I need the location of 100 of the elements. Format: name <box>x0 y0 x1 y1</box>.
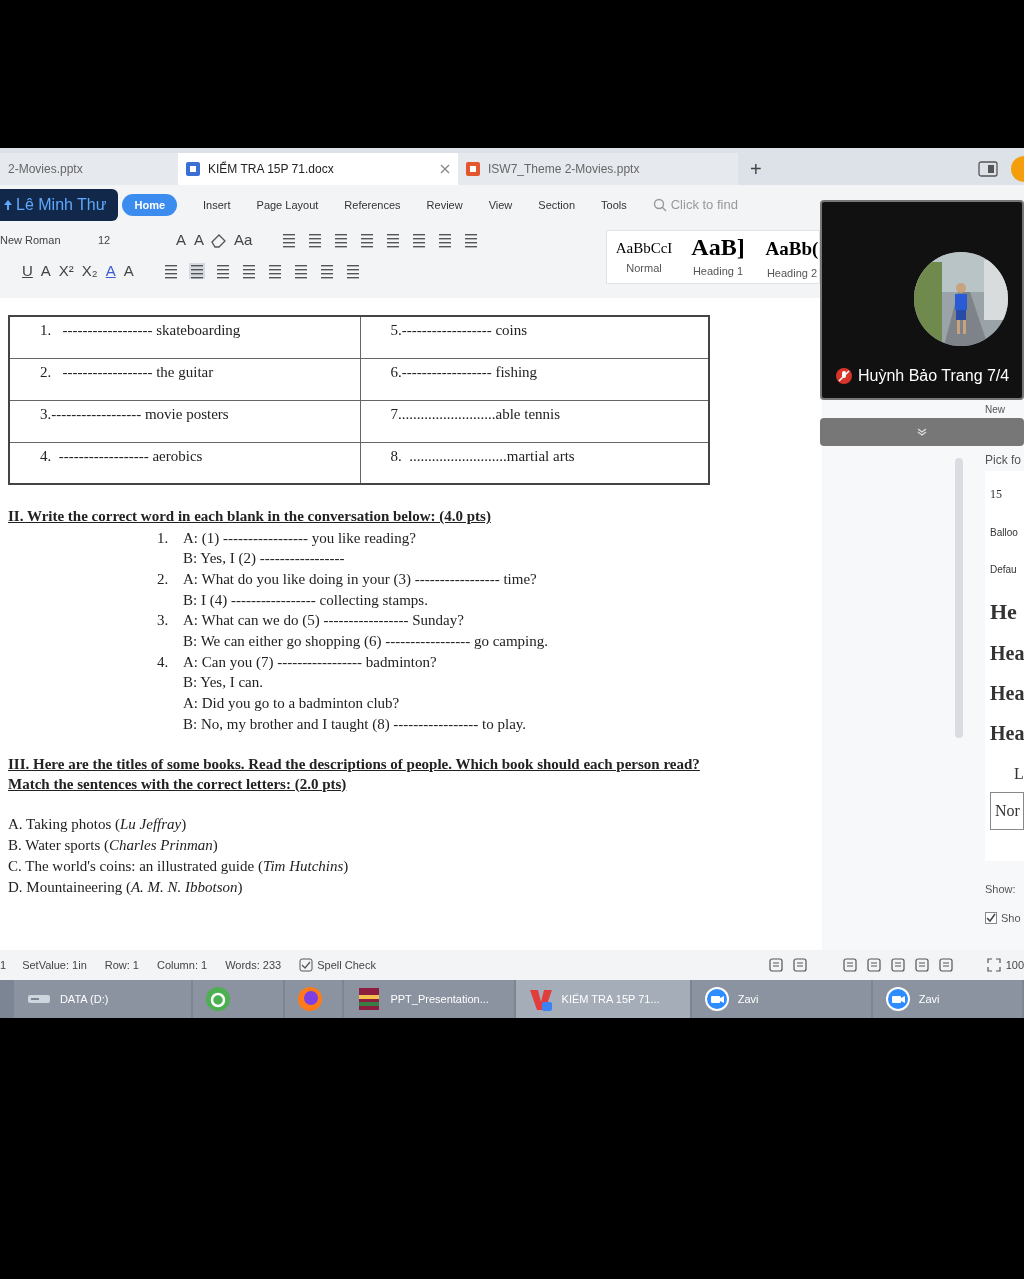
check-box-icon <box>299 958 314 972</box>
style-sample: AaBb( <box>765 237 819 261</box>
pane-label: Pick fo <box>985 452 1022 469</box>
dialogue-line: B: I (4) ----------------- collecting stamps. <box>183 590 428 610</box>
style-label: Heading 2 <box>766 266 818 281</box>
fit-icon[interactable] <box>985 957 1002 973</box>
taskbar-button[interactable] <box>193 980 283 1018</box>
format-button[interactable]: X₂ <box>77 259 102 283</box>
video-camera-icon <box>884 986 911 1012</box>
menu-tab[interactable]: References <box>344 196 401 214</box>
dialogue-line: A: Can you (7) ----------------- badminton? <box>183 652 437 672</box>
dialogue-line: B: We can either go shopping (6) ----------------- go camping. <box>183 632 549 651</box>
style-item[interactable]: He <box>990 595 1024 628</box>
video-camera-icon <box>703 986 730 1012</box>
close-icon[interactable] <box>440 164 450 174</box>
checkbox-label: Sho <box>1001 910 1021 926</box>
table-cell: 1. ------------------ skateboarding <box>9 316 360 358</box>
dialogue-line: A: Did you go to a badminton club? <box>183 694 400 714</box>
pane-label: New <box>985 403 1006 417</box>
style-item[interactable]: L <box>990 762 1024 786</box>
status-item: Column: 1 <box>157 957 208 973</box>
menu-tab[interactable]: Page Layout <box>256 196 319 214</box>
chevron-icon <box>917 428 927 436</box>
book-title: D. Mountaineering (A. M. N. Ibbotson) <box>8 877 244 897</box>
style-item[interactable]: Balloo <box>990 525 1024 540</box>
style-option[interactable]: AaB] Heading 1 <box>681 231 755 283</box>
document-tab[interactable]: 2-Movies.pptx <box>0 153 178 185</box>
search-field[interactable]: Click to find <box>670 195 751 215</box>
font-name-field[interactable]: New Roman <box>0 229 98 251</box>
menu-tab[interactable]: Section <box>538 196 576 214</box>
style-option[interactable]: AaBbCcI Normal <box>607 231 681 283</box>
section-heading: III. Here are the titles of some books. Read the descriptions of people. Which book should each person read? Match the sentences with the correct letters: (2.0 pts) <box>8 754 701 794</box>
style-sample: AaBbCcI <box>615 239 673 258</box>
style-sample: AaB] <box>691 233 745 262</box>
menu-tab[interactable]: View <box>488 196 513 214</box>
app-icon <box>205 986 231 1012</box>
style-option[interactable]: AaBb( Heading 2 <box>755 231 819 283</box>
arrow-icon <box>4 200 12 210</box>
menu-tab[interactable]: Review <box>426 196 463 214</box>
dialogue-line: A: (1) ----------------- you like reading? <box>183 528 416 548</box>
dialogue-line: B: Yes, I can. <box>183 673 263 693</box>
window-icon[interactable] <box>978 161 998 177</box>
menu-tab[interactable]: Tools <box>601 196 627 214</box>
book-title: C. The world's coins: an illustrated guide (Tim Hutchins) <box>8 856 350 876</box>
tab-label: 2-Movies.pptx <box>8 161 83 178</box>
question-number: 3. <box>157 611 170 631</box>
format-button[interactable]: A <box>172 228 190 252</box>
new-tab-button[interactable]: + <box>738 153 774 185</box>
zoom-level: 100 <box>1005 957 1024 973</box>
style-item[interactable]: Hea <box>990 638 1024 668</box>
slides-icon <box>466 162 480 176</box>
participant-name: Huỳnh Bảo Trang 7/4 <box>858 366 1010 386</box>
format-button[interactable]: X² <box>54 259 78 283</box>
tab-label: ISW7_Theme 2-Movies.pptx <box>488 161 640 178</box>
page-icon[interactable] <box>791 957 808 973</box>
spell-check-button[interactable]: Spell Check <box>299 956 376 974</box>
show-checkbox[interactable]: Sho <box>985 909 1024 926</box>
tab-label: KIỂM TRA 15P 71.docx <box>208 160 334 178</box>
book-title: A. Taking photos (Lu Jeffray) <box>8 814 188 834</box>
format-button[interactable]: A <box>36 259 55 283</box>
format-button[interactable]: Aa <box>230 228 257 252</box>
search-icon <box>652 198 667 212</box>
align-left-icon[interactable] <box>162 263 179 279</box>
dialogue-line: A: What can we do (5) ----------------- Sunday? <box>183 611 464 631</box>
status-item: Words: 233 <box>225 957 282 973</box>
style-label: Heading 1 <box>692 264 744 279</box>
book-title: B. Water sports (Charles Prinman) <box>8 835 219 855</box>
status-item: 1 <box>0 957 7 973</box>
dialogue-line: B: Yes, I (2) ----------------- <box>183 549 345 569</box>
dialogue-line: B: No, my brother and I taught (8) ----------------- to play. <box>183 714 527 734</box>
style-item[interactable]: Nor <box>990 792 1024 830</box>
table-cell: 3.------------------ movie posters <box>9 400 360 442</box>
question-number: 2. <box>157 569 170 589</box>
format-button[interactable]: U <box>18 259 37 283</box>
scrollbar-thumb[interactable] <box>955 458 963 738</box>
question-number: 4. <box>157 652 170 672</box>
dialogue-line: A: What do you like doing in your (3) ----------------- time? <box>183 569 537 589</box>
pane-label: Show: <box>985 882 1017 897</box>
section-heading: II. Write the correct word in each blank in the conversation below: (4.0 pts) <box>8 507 491 526</box>
format-button[interactable]: A <box>101 259 120 283</box>
style-item[interactable]: Hea <box>990 678 1024 708</box>
document-tab[interactable]: KIỂM TRA 15P 71.docx <box>178 153 458 185</box>
status-item: Row: 1 <box>104 957 139 973</box>
status-item: SetValue: 1in <box>22 957 87 973</box>
style-item[interactable]: Hea <box>990 718 1024 748</box>
format-button[interactable]: A <box>119 259 138 283</box>
style-label: Normal <box>626 260 662 276</box>
align-center-icon[interactable] <box>188 263 205 279</box>
format-button[interactable]: A <box>190 228 209 252</box>
page-icon[interactable] <box>767 957 784 973</box>
document-icon <box>186 162 200 176</box>
style-item[interactable]: Defau <box>990 562 1024 577</box>
browser-icon <box>296 986 323 1012</box>
document-tab[interactable]: ISW7_Theme 2-Movies.pptx <box>458 153 738 185</box>
table-cell: 2. ------------------ the guitar <box>9 358 360 400</box>
font-size-field[interactable]: 12 <box>98 229 172 251</box>
check-icon <box>986 912 996 923</box>
menu-tab[interactable]: Insert <box>203 196 231 214</box>
account-name: Lê Minh Thư <box>16 195 107 215</box>
style-item[interactable]: 15 <box>990 485 1024 503</box>
